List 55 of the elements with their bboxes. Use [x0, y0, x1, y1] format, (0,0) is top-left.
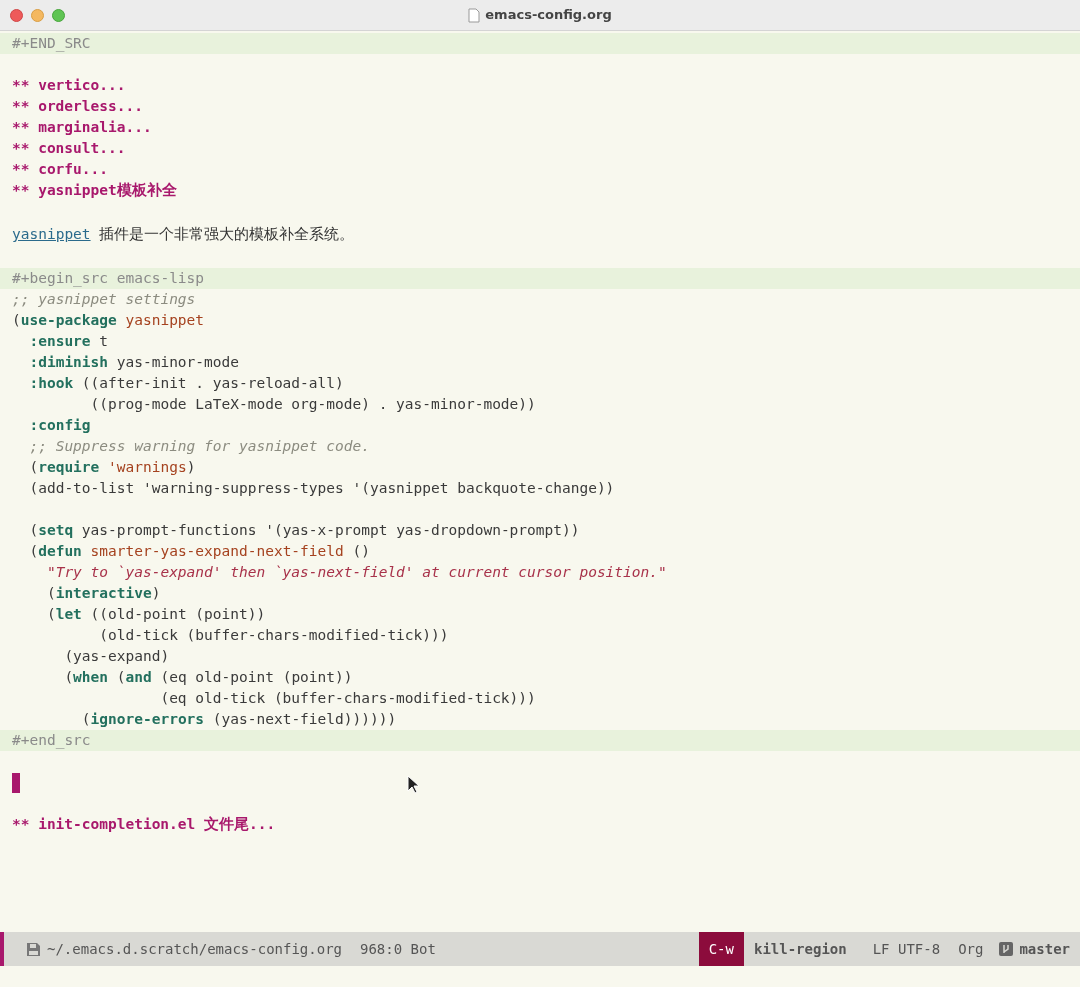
- save-icon: [26, 941, 41, 957]
- git-branch-icon: [999, 942, 1014, 956]
- code-line: ((prog-mode LaTeX-mode org-mode) . yas-minor-mode)): [89, 395, 537, 414]
- link[interactable]: yasnippet: [12, 222, 91, 247]
- block-delimiter: #+begin_src emacs-lisp: [0, 268, 1080, 289]
- code-line: (yas-expand): [63, 647, 171, 666]
- major-mode: Org: [958, 939, 984, 959]
- code-line: (let ((old-point (point)): [45, 605, 267, 624]
- code-line: (interactive): [45, 584, 162, 603]
- block-delimiter: #+end_src: [0, 730, 1080, 751]
- heading-title[interactable]: consult...: [38, 138, 126, 159]
- block-delimiter: #+END_SRC: [0, 33, 1080, 54]
- cursor-position: 968:0 Bot: [360, 939, 436, 959]
- heading-title[interactable]: yasnippet模板补全: [38, 180, 177, 201]
- command-name: kill-region: [753, 939, 847, 959]
- encoding: LF UTF-8: [872, 939, 941, 959]
- code-line: (old-tick (buffer-chars-modified-tick))): [98, 626, 450, 645]
- code-line: (when (and (eq old-point (point)): [63, 668, 354, 687]
- heading-marker: **: [12, 160, 30, 179]
- paragraph-text: 插件是一个非常强大的模板补全系统。: [99, 225, 355, 244]
- code-line: ;; Suppress warning for yasnippet code.: [28, 437, 371, 456]
- heading-marker: **: [12, 118, 30, 137]
- heading-title[interactable]: corfu...: [38, 159, 108, 180]
- code-line: :diminish yas-minor-mode: [28, 353, 240, 372]
- code-line: (ignore-errors (yas-next-field)))))): [80, 710, 398, 729]
- code-line: (defun smarter-yas-expand-next-field (): [28, 542, 371, 561]
- mouse-pointer-icon: [407, 775, 419, 794]
- code-line: "Try to `yas-expand' then `yas-next-field' at current cursor position.": [45, 563, 668, 582]
- code-line: (require 'warnings): [28, 458, 197, 477]
- close-button[interactable]: [10, 8, 23, 22]
- code-line: (use-package yasnippet: [11, 311, 206, 330]
- heading-title[interactable]: init-completion.el 文件尾...: [38, 814, 276, 835]
- git-branch: master: [1019, 939, 1070, 959]
- heading-marker: **: [12, 139, 30, 158]
- heading-title[interactable]: orderless...: [38, 96, 143, 117]
- heading-marker: **: [12, 76, 30, 95]
- code-line: :ensure t: [28, 332, 110, 351]
- key-badge: C-w: [698, 932, 744, 966]
- heading-title[interactable]: vertico...: [38, 75, 126, 96]
- text-cursor: [12, 772, 20, 793]
- window-title: emacs-config.org: [485, 6, 612, 25]
- minimize-button[interactable]: [31, 8, 44, 22]
- heading-marker: **: [12, 97, 30, 116]
- code-line: (eq old-tick (buffer-chars-modified-tick))): [159, 689, 537, 708]
- zoom-button[interactable]: [52, 8, 65, 22]
- code-line: :config: [28, 416, 92, 435]
- file-path: ~/.emacs.d.scratch/emacs-config.org: [47, 939, 342, 959]
- code-line: ;; yasnippet settings: [11, 290, 197, 309]
- code-line: (setq yas-prompt-functions '(yas-x-prompt yas-dropdown-prompt)): [28, 521, 581, 540]
- heading-marker: **: [12, 181, 30, 200]
- heading-marker: **: [12, 815, 30, 834]
- code-line: :hook ((after-init . yas-reload-all): [28, 374, 345, 393]
- code-line: (add-to-list 'warning-suppress-types '(yasnippet backquote-change)): [28, 479, 616, 498]
- document-icon: [468, 7, 481, 23]
- heading-title[interactable]: marginalia...: [38, 117, 152, 138]
